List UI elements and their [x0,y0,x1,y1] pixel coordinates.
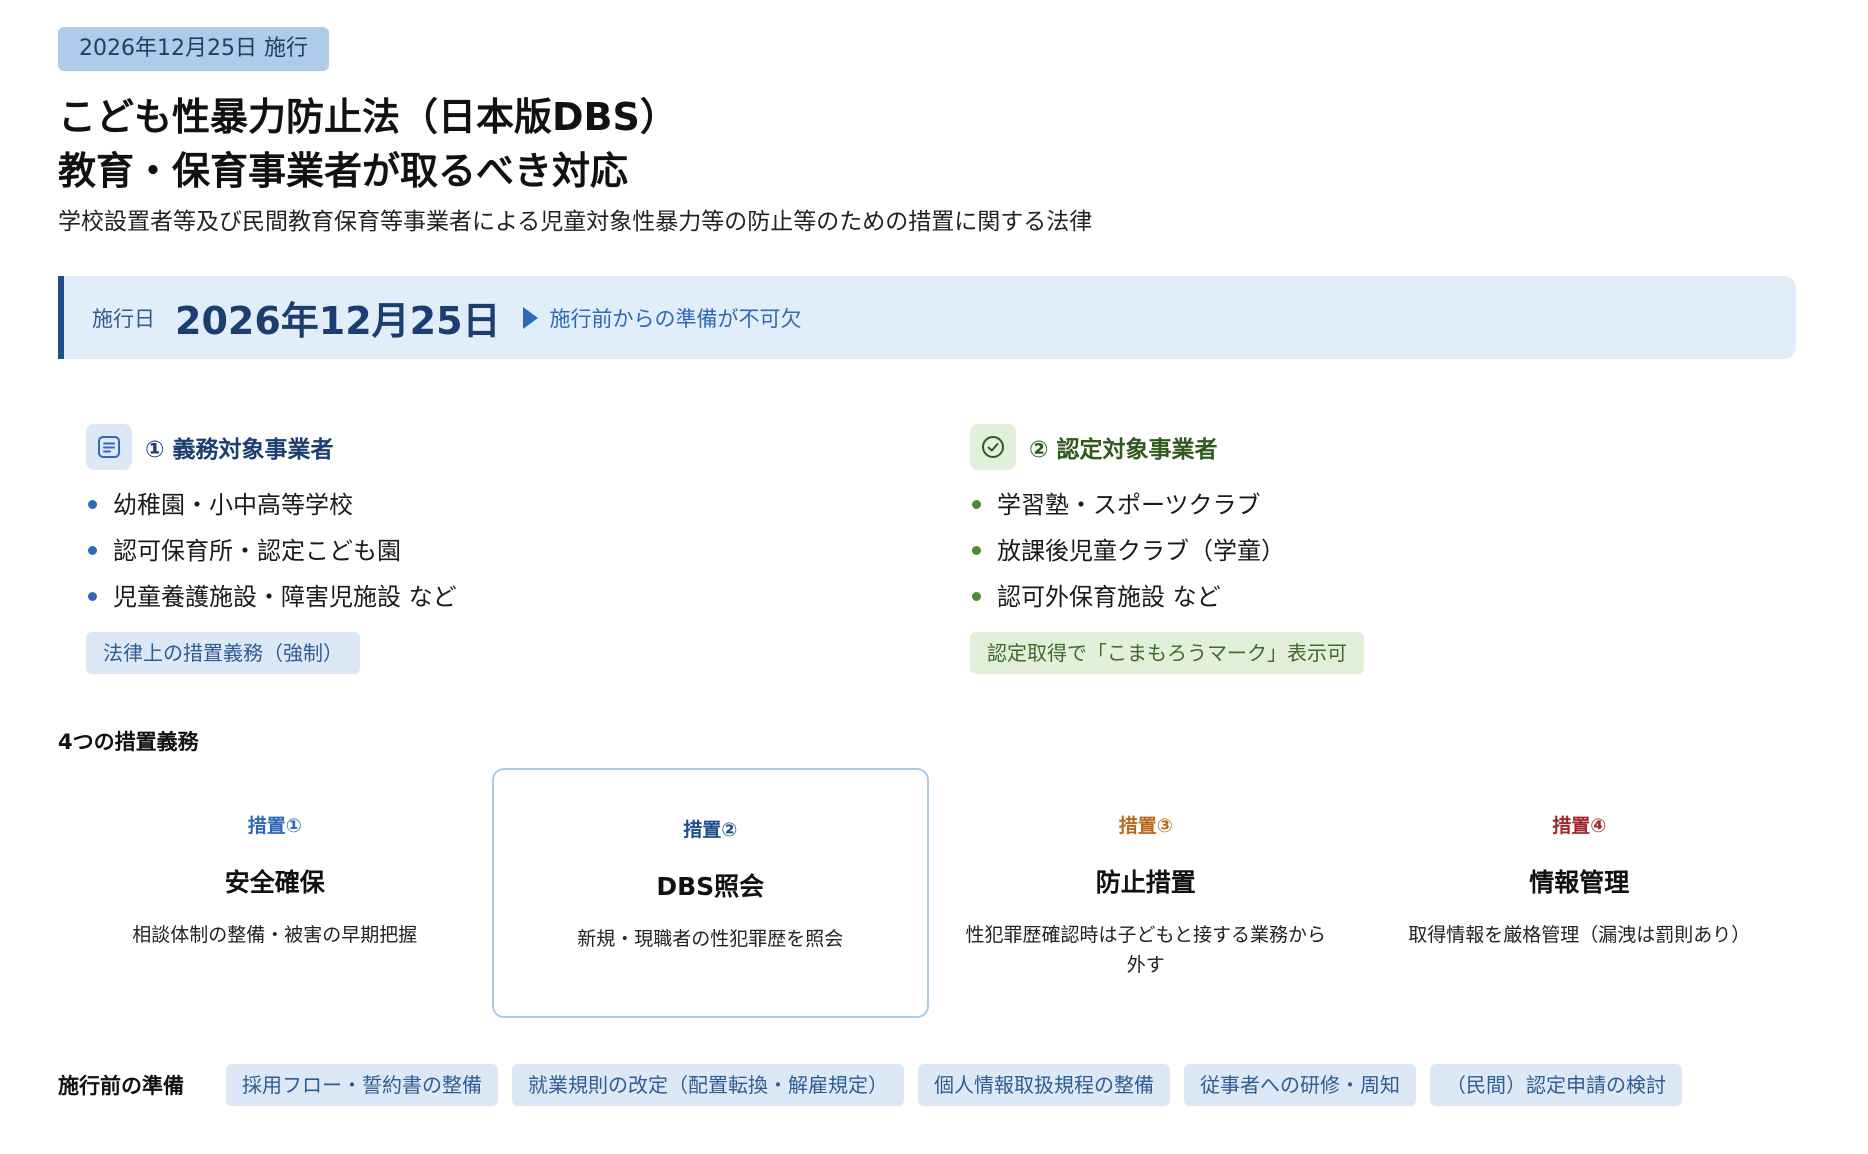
category-list: 学習塾・スポーツクラブ 放課後児童クラブ（学童） 認可外保育施設 など [970,482,1750,620]
category-header: ② 認定対象事業者 [970,424,1750,470]
measure-description: 新規・現職者の性犯罪歴を照会 [577,928,844,950]
preparation-chip: 採用フロー・誓約書の整備 [226,1064,498,1106]
banner-label: 施行日 [92,306,155,331]
measure-card-3: 措置③ 防止措置 性犯罪歴確認時は子どもと接する業務から外す [929,768,1363,1018]
category-list: 幼稚園・小中高等学校 認可保育所・認定こども園 児童養護施設・障害児施設 など [86,482,866,620]
preparation-chip: 従事者への研修・周知 [1184,1064,1416,1106]
category-certified: ② 認定対象事業者 学習塾・スポーツクラブ 放課後児童クラブ（学童） 認可外保育… [970,424,1750,674]
list-item: 児童養護施設・障害児施設 など [86,574,866,620]
effective-date-tag: 2026年12月25日 施行 [58,27,329,71]
document-list-icon [86,424,132,470]
law-full-name: 学校設置者等及び民間教育保育等事業者による児童対象性暴力等の防止等のための措置に… [58,209,1093,235]
category-title: ② 認定対象事業者 [1029,437,1218,463]
preparation-chip: （民間）認定申請の検討 [1430,1064,1682,1106]
banner-date: 2026年12月25日 [175,299,501,343]
measure-number: 措置④ [1552,815,1607,837]
preparation-chip: 就業規則の改定（配置転換・解雇規定） [512,1064,904,1106]
measures-grid: 措置① 安全確保 相談体制の整備・被害の早期把握 措置② DBS照会 新規・現職… [58,768,1796,1018]
measure-name: 情報管理 [1529,868,1630,897]
preparation-row: 施行前の準備 採用フロー・誓約書の整備 就業規則の改定（配置転換・解雇規定） 個… [58,1064,1696,1106]
category-header: ① 義務対象事業者 [86,424,866,470]
effective-date-banner: 施行日 2026年12月25日 施行前からの準備が不可欠 [58,276,1796,359]
category-mandatory: ① 義務対象事業者 幼稚園・小中高等学校 認可保育所・認定こども園 児童養護施設… [86,424,866,674]
measure-card-4: 措置④ 情報管理 取得情報を厳格管理（漏洩は罰則あり） [1363,768,1797,1018]
list-item: 学習塾・スポーツクラブ [970,482,1750,528]
triangle-right-icon [522,306,538,329]
measure-card-1: 措置① 安全確保 相談体制の整備・被害の早期把握 [58,768,492,1018]
list-item: 認可外保育施設 など [970,574,1750,620]
measure-name: DBS照会 [656,872,765,901]
page-title-line2: 教育・保育事業者が取るべき対応 [58,149,629,193]
banner-note: 施行前からの準備が不可欠 [549,306,802,331]
measure-name: 安全確保 [224,868,325,897]
measure-name: 防止措置 [1095,868,1196,897]
measure-description: 取得情報を厳格管理（漏洩は罰則あり） [1408,924,1751,946]
list-item: 幼稚園・小中高等学校 [86,482,866,528]
measures-section-label: 4つの措置義務 [58,730,199,754]
check-circle-icon [970,424,1016,470]
measure-number: 措置③ [1118,815,1173,837]
category-badge: 認定取得で「こまもろうマーク」表示可 [970,632,1364,674]
measure-number: 措置① [247,815,302,837]
page-title: こども性暴力防止法（日本版DBS） 教育・保育事業者が取るべき対応 [58,90,678,198]
preparation-chip: 個人情報取扱規程の整備 [918,1064,1170,1106]
preparation-label: 施行前の準備 [58,1074,184,1098]
list-item: 認可保育所・認定こども園 [86,528,866,574]
list-item: 放課後児童クラブ（学童） [970,528,1750,574]
category-title: ① 義務対象事業者 [145,437,334,463]
measure-card-2: 措置② DBS照会 新規・現職者の性犯罪歴を照会 [491,768,929,1018]
measure-description: 性犯罪歴確認時は子どもと接する業務から外す [965,924,1327,976]
measure-description: 相談体制の整備・被害の早期把握 [132,924,418,946]
category-badge: 法律上の措置義務（強制） [86,632,360,674]
measure-number: 措置② [683,819,738,841]
page-title-line1: こども性暴力防止法（日本版DBS） [58,95,678,139]
